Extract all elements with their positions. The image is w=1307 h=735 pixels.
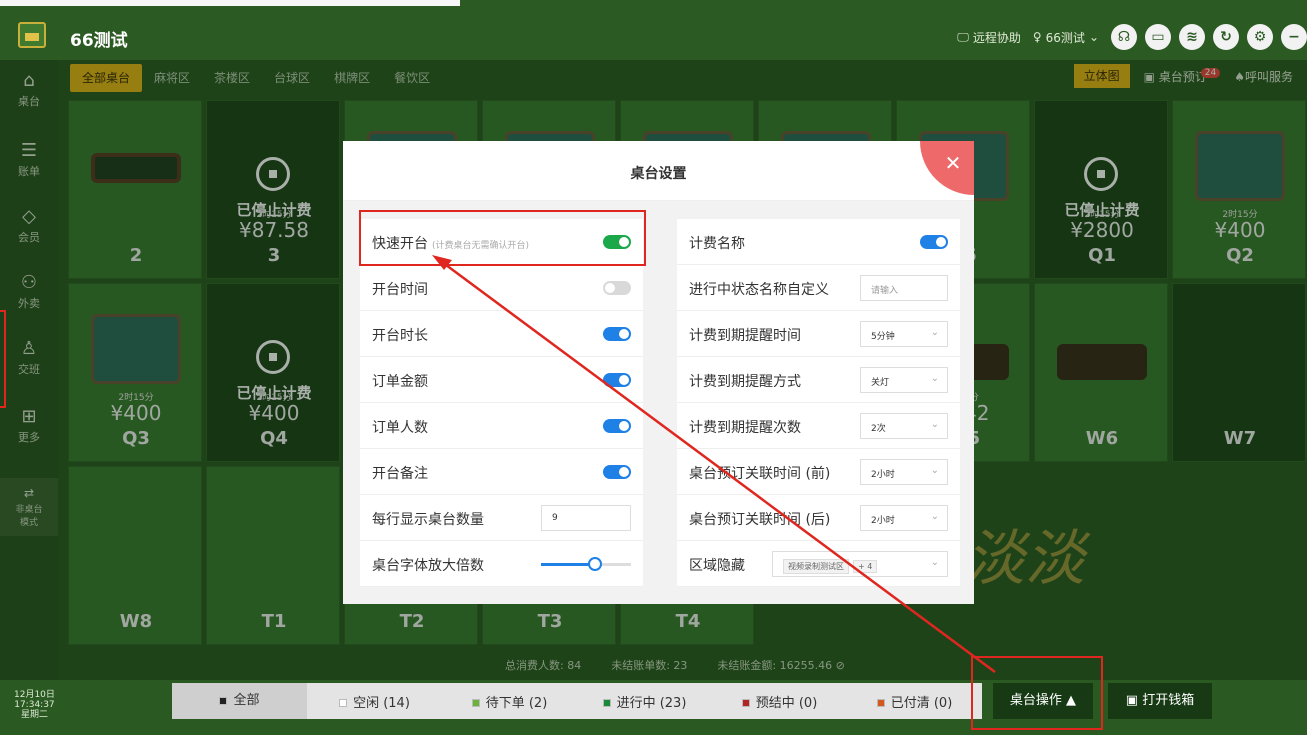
setting-row: 计费到期提醒次数 2次 ⌄ [677, 403, 960, 449]
setting-select[interactable]: 2次 ⌄ [860, 413, 948, 439]
headset-icon[interactable]: ☊ [1111, 24, 1137, 50]
setting-toggle[interactable] [603, 419, 631, 433]
setting-label: 订单人数 [372, 420, 428, 436]
status-color-swatch [602, 699, 611, 707]
setting-label: 桌台预订关联时间 (后) [689, 512, 831, 528]
setting-row: 计费到期提醒方式 关灯 ⌄ [677, 357, 960, 403]
setting-row: 开台备注 [360, 449, 643, 495]
setting-toggle[interactable] [603, 327, 631, 341]
setting-toggle[interactable] [603, 373, 631, 387]
setting-label: 桌台预订关联时间 (前) [689, 466, 831, 482]
modal-title: 桌台设置 [630, 166, 687, 182]
select-tag: + 4 [853, 560, 878, 573]
setting-row: 计费到期提醒时间 5分钟 ⌄ [677, 311, 960, 357]
annotation-box-quick-open [359, 210, 646, 266]
setting-row: 开台时间 [360, 265, 643, 311]
setting-multiselect[interactable]: 视频录制测试区 + 4 ⌄ [772, 551, 948, 577]
setting-row: 订单金额 [360, 357, 643, 403]
status-filter-item[interactable]: 全部 [172, 683, 307, 719]
setting-label: 开台备注 [372, 466, 428, 482]
setting-label: 计费到期提醒方式 [689, 374, 801, 390]
status-color-swatch [219, 696, 228, 705]
datetime: 12月10日 17:34:37 星期二 [14, 690, 55, 720]
setting-input[interactable]: 9 [541, 505, 631, 531]
settings-right-column: 计费名称进行中状态名称自定义 请输入计费到期提醒时间 5分钟 ⌄ 计费到期提醒方式 关灯 ⌄… [677, 219, 960, 587]
status-color-swatch [741, 699, 750, 707]
user-icon: ♀ [1032, 30, 1042, 44]
setting-row: 开台时长 [360, 311, 643, 357]
remote-assist-link[interactable]: 🖵 远程协助 [957, 29, 1021, 46]
close-icon: ✕ [944, 151, 962, 175]
top-right-controls: 🖵 远程协助 ♀ 66测试 ⌄ ☊ ▭ ≋ ↻ ⚙ − [957, 22, 1307, 52]
setting-select[interactable]: 2小时 ⌄ [860, 459, 948, 485]
status-filter-item[interactable]: 待下单 (2) [442, 692, 577, 711]
setting-row: 区域隐藏 视频录制测试区 + 4 ⌄ [677, 541, 960, 587]
chevron-down-icon: ⌄ [930, 511, 939, 522]
slider-fill [541, 563, 595, 566]
annotation-box-table-ops [971, 656, 1103, 730]
setting-label: 计费名称 [689, 236, 745, 252]
setting-label: 进行中状态名称自定义 [689, 282, 829, 298]
slider-handle[interactable] [588, 557, 602, 571]
cashbox-icon: ▣ [1125, 693, 1143, 708]
setting-toggle[interactable] [603, 465, 631, 479]
app-logo [18, 22, 46, 48]
settings-left-column: 快速开台 (计费桌台无需确认开台) 开台时间 开台时长 订单金额 订单人数 开台备注 每行显示… [360, 219, 643, 587]
setting-toggle[interactable] [603, 281, 631, 295]
modal-header: 桌台设置 ✕ [343, 141, 974, 201]
setting-label: 区域隐藏 [689, 558, 745, 574]
setting-toggle[interactable] [920, 235, 948, 249]
setting-row: 进行中状态名称自定义 请输入 [677, 265, 960, 311]
wifi-icon[interactable]: ≋ [1179, 24, 1205, 50]
top-bar: 66测试 🖵 远程协助 ♀ 66测试 ⌄ ☊ ▭ ≋ ↻ ⚙ − [0, 0, 1307, 60]
refresh-icon[interactable]: ↻ [1213, 24, 1239, 50]
setting-label: 开台时长 [372, 328, 428, 344]
chevron-down-icon: ⌄ [930, 327, 939, 338]
status-filter-bar: 全部 空闲 (14) 待下单 (2) 进行中 (23) 预结中 (0) 已付清 (0) [172, 683, 982, 719]
setting-row: 订单人数 [360, 403, 643, 449]
monitor-icon: 🖵 [957, 29, 969, 44]
status-color-swatch [339, 699, 348, 707]
settings-icon[interactable]: ⚙ [1247, 24, 1273, 50]
open-cashbox-button[interactable]: ▣ 打开钱箱 [1108, 683, 1212, 719]
setting-slider[interactable] [541, 557, 631, 571]
chevron-down-icon: ⌄ [930, 557, 939, 568]
close-button[interactable]: ✕ [920, 141, 974, 195]
status-color-swatch [876, 699, 885, 707]
status-filter-item[interactable]: 预结中 (0) [712, 692, 847, 711]
setting-select[interactable]: 关灯 ⌄ [860, 367, 948, 393]
setting-select[interactable]: 5分钟 ⌄ [860, 321, 948, 347]
setting-label: 计费到期提醒次数 [689, 420, 801, 436]
top-edge-strip [0, 0, 460, 6]
status-filter-item[interactable]: 进行中 (23) [577, 692, 712, 711]
app-title: 66测试 [70, 31, 128, 51]
setting-input[interactable]: 请输入 [860, 275, 948, 301]
setting-label: 开台时间 [372, 282, 428, 298]
setting-row: 桌台字体放大倍数 [360, 541, 643, 587]
setting-row: 每行显示桌台数量 9 [360, 495, 643, 541]
setting-row: 桌台预订关联时间 (前) 2小时 ⌄ [677, 449, 960, 495]
setting-label: 桌台字体放大倍数 [372, 558, 484, 574]
chevron-down-icon: ⌄ [1088, 30, 1099, 44]
message-icon[interactable]: ▭ [1145, 24, 1171, 50]
chevron-down-icon: ⌄ [930, 373, 939, 384]
setting-label: 计费到期提醒时间 [689, 328, 801, 344]
setting-select[interactable]: 2小时 ⌄ [860, 505, 948, 531]
setting-row: 计费名称 [677, 219, 960, 265]
app-window: 66测试 🖵 远程协助 ♀ 66测试 ⌄ ☊ ▭ ≋ ↻ ⚙ − ⌂ 桌台 ☰ 账单… [0, 0, 1307, 735]
chevron-down-icon: ⌄ [930, 419, 939, 430]
user-menu[interactable]: ♀ 66测试 ⌄ [1033, 29, 1099, 46]
status-filter-item[interactable]: 已付清 (0) [847, 692, 982, 711]
annotation-box-left [0, 310, 6, 408]
minimize-icon[interactable]: − [1281, 24, 1307, 50]
chevron-down-icon: ⌄ [930, 465, 939, 476]
setting-row: 桌台预订关联时间 (后) 2小时 ⌄ [677, 495, 960, 541]
setting-label: 每行显示桌台数量 [372, 512, 484, 528]
status-color-swatch [471, 699, 480, 707]
setting-label: 订单金额 [372, 374, 428, 390]
select-tag: 视频录制测试区 [783, 559, 849, 574]
status-filter-item[interactable]: 空闲 (14) [307, 692, 442, 711]
